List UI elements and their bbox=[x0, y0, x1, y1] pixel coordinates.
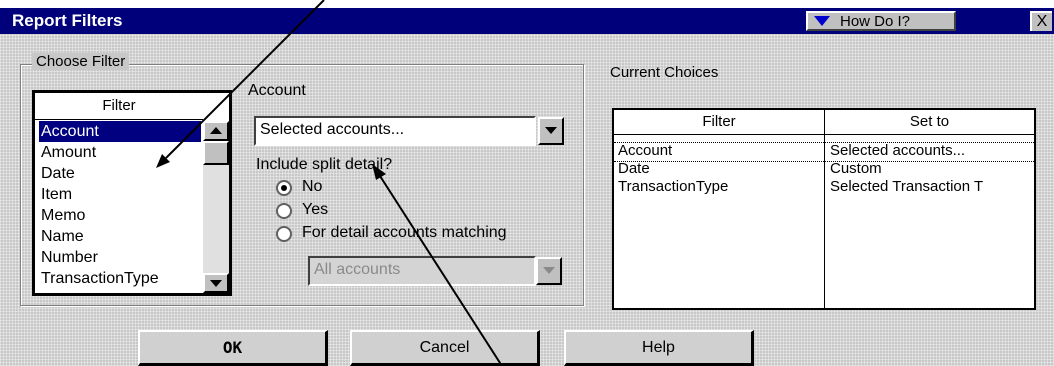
filter-item-amount[interactable]: Amount bbox=[39, 142, 201, 163]
filter-listbox[interactable]: Filter Account Amount Date Item Memo Nam… bbox=[32, 90, 232, 296]
current-choices-label: Current Choices bbox=[610, 64, 719, 81]
row-setto-transactiontype[interactable]: Selected Transaction T bbox=[830, 178, 1030, 196]
column-divider bbox=[824, 110, 825, 308]
scroll-thumb[interactable] bbox=[203, 141, 229, 165]
arrow-down-icon bbox=[210, 280, 222, 287]
column-header-filter: Filter bbox=[614, 110, 824, 135]
radio-no[interactable] bbox=[276, 180, 292, 196]
filter-item-name[interactable]: Name bbox=[39, 226, 201, 247]
radio-detail-matching[interactable] bbox=[276, 226, 292, 242]
title-bar: Report Filters How Do I? X bbox=[0, 8, 1054, 34]
chevron-down-icon bbox=[545, 127, 557, 134]
current-choices-table: Filter Set to Account Selected accounts.… bbox=[612, 108, 1036, 310]
how-do-i-button[interactable]: How Do I? bbox=[806, 11, 956, 31]
ok-button[interactable]: OK bbox=[138, 330, 328, 366]
close-button[interactable]: X bbox=[1030, 11, 1052, 31]
filter-item-memo[interactable]: Memo bbox=[39, 205, 201, 226]
radio-detail-matching-label: For detail accounts matching bbox=[302, 224, 507, 241]
choose-filter-label: Choose Filter bbox=[32, 53, 130, 70]
radio-yes[interactable] bbox=[276, 203, 292, 219]
scroll-up-button[interactable] bbox=[203, 121, 229, 141]
radio-no-label: No bbox=[302, 178, 323, 195]
how-do-i-label: How Do I? bbox=[840, 12, 911, 30]
chevron-down-icon bbox=[543, 267, 555, 274]
row-filter-account[interactable]: Account bbox=[618, 142, 672, 160]
radio-yes-label: Yes bbox=[302, 201, 329, 218]
row-setto-account[interactable]: Selected accounts... bbox=[830, 142, 1030, 160]
filter-item-number[interactable]: Number bbox=[39, 247, 201, 268]
column-header-set-to: Set to bbox=[825, 110, 1034, 135]
filter-item-transactiontype[interactable]: TransactionType bbox=[39, 268, 201, 289]
cancel-button[interactable]: Cancel bbox=[350, 330, 540, 366]
row-filter-transactiontype[interactable]: TransactionType bbox=[618, 178, 728, 196]
filter-list-header: Filter bbox=[35, 93, 203, 120]
filter-item-account[interactable]: Account bbox=[39, 121, 201, 142]
matching-dropdown-button[interactable] bbox=[536, 257, 562, 285]
filter-list-scrollbar[interactable] bbox=[203, 121, 229, 293]
scroll-down-button[interactable] bbox=[203, 273, 229, 293]
matching-accounts-combo[interactable]: All accounts bbox=[308, 256, 536, 286]
account-dropdown-button[interactable] bbox=[538, 117, 564, 145]
row-setto-date[interactable]: Custom bbox=[830, 160, 1030, 178]
filter-item-item[interactable]: Item bbox=[39, 184, 201, 205]
account-label: Account bbox=[248, 82, 306, 99]
row-filter-date[interactable]: Date bbox=[618, 160, 650, 178]
window-title: Report Filters bbox=[12, 11, 123, 30]
dropdown-triangle-icon bbox=[814, 16, 830, 26]
split-detail-question: Include split detail? bbox=[256, 156, 393, 173]
filter-item-date[interactable]: Date bbox=[39, 163, 201, 184]
arrow-up-icon bbox=[210, 127, 222, 134]
help-button[interactable]: Help bbox=[564, 330, 754, 366]
account-combo[interactable]: Selected accounts... bbox=[254, 116, 536, 146]
report-filters-window: Report Filters How Do I? X Choose Filter… bbox=[0, 8, 1054, 366]
